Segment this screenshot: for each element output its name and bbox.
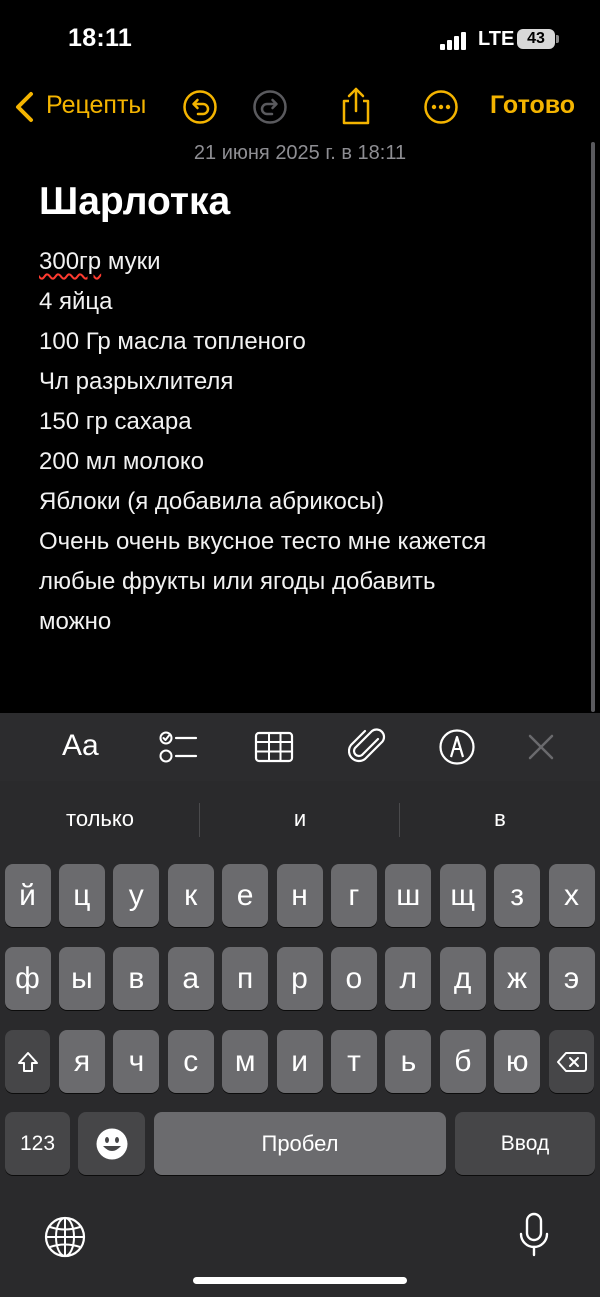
note-line: 300гр муки <box>39 242 579 282</box>
emoji-key[interactable] <box>78 1112 145 1175</box>
key-ш[interactable]: ш <box>385 864 432 927</box>
note-line: 150 гр сахара <box>39 408 192 435</box>
note-line: 200 мл молоко <box>39 448 204 475</box>
key-е[interactable]: е <box>222 864 269 927</box>
undo-icon[interactable] <box>182 89 218 125</box>
key-ю[interactable]: ю <box>494 1030 541 1093</box>
back-chevron-icon[interactable] <box>12 90 40 124</box>
key-ы[interactable]: ы <box>58 947 105 1010</box>
globe-icon[interactable] <box>44 1216 86 1258</box>
misspelled-word[interactable]: 300гр <box>39 248 101 275</box>
status-time: 18:11 <box>68 24 133 52</box>
suggestion-3[interactable]: в <box>400 806 600 832</box>
network-label: LTE <box>478 28 515 50</box>
battery-tip <box>556 35 559 43</box>
note-date: 21 июня 2025 г. в 18:11 <box>193 142 407 164</box>
note-line: Яблоки (я добавила абрикосы) <box>39 488 385 515</box>
back-button[interactable]: Рецепты <box>46 91 146 120</box>
key-э[interactable]: э <box>548 947 595 1010</box>
key-ь[interactable]: ь <box>385 1030 432 1093</box>
key-з[interactable]: з <box>494 864 541 927</box>
key-н[interactable]: н <box>276 864 323 927</box>
delete-key[interactable] <box>549 1030 594 1093</box>
key-п[interactable]: п <box>222 947 269 1010</box>
scrollbar[interactable] <box>591 142 595 712</box>
key-а[interactable]: а <box>167 947 214 1010</box>
home-indicator[interactable] <box>193 1277 407 1284</box>
shift-key[interactable] <box>5 1030 50 1093</box>
key-т[interactable]: т <box>331 1030 377 1093</box>
key-м[interactable]: м <box>222 1030 269 1093</box>
key-б[interactable]: б <box>439 1030 486 1093</box>
note-line: 100 Гр масла топленого <box>39 328 306 355</box>
key-и[interactable]: и <box>276 1030 323 1093</box>
key-х[interactable]: х <box>548 864 595 927</box>
return-key[interactable]: Ввод <box>455 1112 595 1175</box>
suggestion-1[interactable]: только <box>0 806 200 832</box>
note-line: 4 яйца <box>39 288 113 315</box>
key-о[interactable]: о <box>330 947 377 1010</box>
key-ч[interactable]: ч <box>113 1030 160 1093</box>
key-в[interactable]: в <box>113 947 160 1010</box>
checklist-icon[interactable] <box>158 729 198 765</box>
table-icon[interactable] <box>254 731 294 763</box>
cellular-signal-icon <box>440 32 468 50</box>
note-line: любые фрукты или ягоды добавить <box>39 568 436 595</box>
key-щ[interactable]: щ <box>439 864 486 927</box>
note-line: Чл разрыхлителя <box>39 368 234 395</box>
attachment-icon[interactable] <box>348 727 386 767</box>
microphone-icon[interactable] <box>518 1212 550 1258</box>
shift-icon <box>17 1051 38 1072</box>
done-button[interactable]: Готово <box>490 91 575 120</box>
space-key[interactable]: Пробел <box>154 1112 446 1175</box>
battery-icon: 43 <box>517 29 555 49</box>
key-я[interactable]: я <box>59 1030 105 1093</box>
key-ц[interactable]: ц <box>58 864 105 927</box>
note-line: Очень очень вкусное тесто мне кажется <box>39 528 487 555</box>
more-icon[interactable] <box>423 89 459 125</box>
close-icon[interactable] <box>527 733 555 761</box>
numbers-key[interactable]: 123 <box>5 1112 70 1175</box>
key-ф[interactable]: ф <box>4 947 51 1010</box>
markup-icon[interactable] <box>438 728 476 766</box>
emoji-icon <box>96 1128 127 1159</box>
suggestion-2[interactable]: и <box>200 806 400 832</box>
note-body[interactable]: 300гр муки 4 яйца 100 Гр масла топленого… <box>39 242 579 642</box>
note-line: можно <box>39 608 112 635</box>
key-й[interactable]: й <box>4 864 51 927</box>
note-title[interactable]: Шарлотка <box>39 180 230 224</box>
delete-icon <box>556 1051 587 1072</box>
text-format-button[interactable]: Aa <box>62 729 99 763</box>
key-р[interactable]: р <box>276 947 323 1010</box>
note-line-text: муки <box>101 248 161 275</box>
share-icon[interactable] <box>338 85 374 127</box>
key-к[interactable]: к <box>167 864 214 927</box>
key-г[interactable]: г <box>330 864 377 927</box>
key-д[interactable]: д <box>439 947 486 1010</box>
key-ж[interactable]: ж <box>494 947 541 1010</box>
redo-icon[interactable] <box>252 89 288 125</box>
key-л[interactable]: л <box>385 947 432 1010</box>
key-с[interactable]: с <box>167 1030 214 1093</box>
key-у[interactable]: у <box>113 864 160 927</box>
